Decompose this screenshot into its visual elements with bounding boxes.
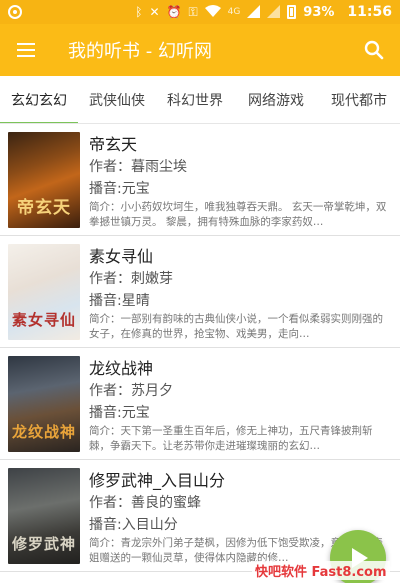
book-title: 帝玄天	[89, 135, 138, 154]
book-author: 作者：苏月夕	[89, 383, 173, 399]
status-time: 11:56	[347, 4, 392, 20]
list-item[interactable]: 帝玄天 帝玄天 作者：暮雨尘埃 播音:元宝 简介：小小药奴坎坷生，唯我独尊吞天鼎…	[0, 124, 400, 236]
watermark: 快吧软件 Fast8.com	[252, 561, 390, 580]
alarm-icon: ⏰	[166, 5, 182, 19]
signal-icon	[247, 4, 261, 20]
network-type: 4G	[227, 6, 241, 17]
category-tabs: 玄幻玄幻 武侠仙侠 科幻世界 网络游戏 现代都市	[0, 76, 400, 124]
list-item[interactable]: 素女寻仙 素女寻仙 作者：刺嫩芽 播音:星晴 简介：一部别有韵味的古典仙侠小说，…	[0, 236, 400, 348]
signal-2-icon	[267, 4, 281, 20]
book-author: 作者：刺嫩芽	[89, 271, 173, 287]
list-item[interactable]: 龙纹战神 龙纹战神 作者：苏月夕 播音:元宝 简介：天下第一圣重生百年后，修无上…	[0, 348, 400, 460]
book-description: 简介：一部别有韵味的古典仙侠小说，一个看似柔弱实则刚强的女子，在修真的世界，抢宝…	[89, 313, 383, 340]
book-description: 简介：小小药奴坎坷生，唯我独尊吞天鼎。 玄天一帝掌乾坤，双拳撼世镇万灵。 黎晨，…	[89, 201, 387, 228]
book-narrator: 播音:星晴	[89, 293, 150, 309]
app-bar: 我的听书 - 幻听网	[0, 24, 400, 76]
tab-wangyou[interactable]: 网络游戏	[234, 76, 318, 123]
wifi-icon	[204, 5, 221, 19]
book-cover: 修罗武神	[8, 468, 80, 564]
bluetooth-icon: ᛒ	[135, 5, 143, 19]
battery-icon	[287, 5, 297, 19]
book-author: 作者：暮雨尘埃	[89, 159, 187, 175]
hamburger-icon	[17, 43, 35, 57]
tab-kehuan[interactable]: 科幻世界	[156, 76, 234, 123]
book-description: 简介：天下第一圣重生百年后，修无上神功，五尺青锋披荆斩棘，争霸天下。让老苏带你走…	[89, 425, 373, 452]
menu-button[interactable]	[0, 24, 52, 76]
mute-icon: ✕	[149, 5, 160, 19]
battery-percent: 93%	[303, 4, 335, 20]
book-author: 作者：善良的蜜蜂	[89, 495, 201, 511]
book-title: 龙纹战神	[89, 359, 154, 378]
book-narrator: 播音:元宝	[89, 181, 150, 197]
book-title: 修罗武神_入目山分	[89, 471, 226, 490]
book-title: 素女寻仙	[89, 247, 154, 266]
tab-xuanhuan[interactable]: 玄幻玄幻	[0, 76, 78, 123]
search-button[interactable]	[348, 24, 400, 76]
book-cover: 龙纹战神	[8, 356, 80, 452]
book-cover: 素女寻仙	[8, 244, 80, 340]
book-narrator: 播音:元宝	[89, 405, 150, 421]
search-icon	[364, 40, 384, 60]
status-bar: ᛒ ✕ ⏰ ⚿ 4G 93% 11:56	[0, 0, 400, 24]
notification-icon	[8, 5, 22, 19]
book-list: 帝玄天 帝玄天 作者：暮雨尘埃 播音:元宝 简介：小小药奴坎坷生，唯我独尊吞天鼎…	[0, 124, 400, 583]
page-title: 我的听书 - 幻听网	[68, 41, 212, 62]
tab-dushi[interactable]: 现代都市	[318, 76, 400, 123]
book-cover: 帝玄天	[8, 132, 80, 228]
key-icon: ⚿	[188, 5, 198, 19]
tab-wuxia[interactable]: 武侠仙侠	[78, 76, 156, 123]
